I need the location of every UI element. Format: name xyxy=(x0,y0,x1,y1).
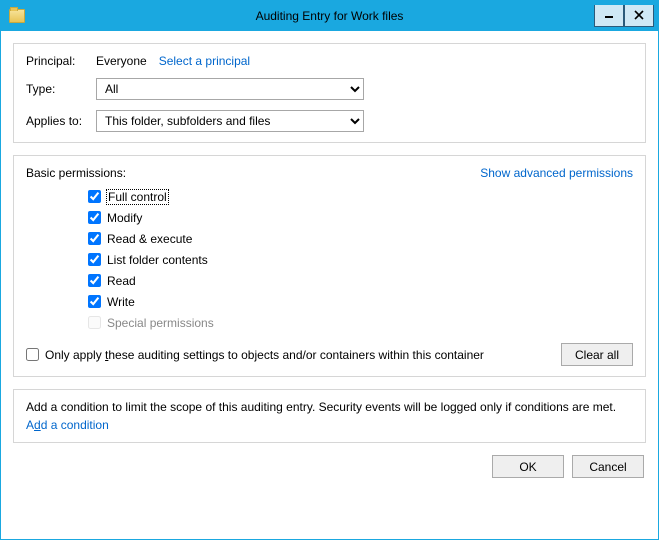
condition-panel: Add a condition to limit the scope of th… xyxy=(13,389,646,443)
perm-full-control-label: Full control xyxy=(107,190,168,204)
permissions-header: Basic permissions: Show advanced permiss… xyxy=(26,166,633,180)
select-principal-link[interactable]: Select a principal xyxy=(159,54,250,68)
only-apply-checkbox-label[interactable]: Only apply these auditing settings to ob… xyxy=(26,348,484,362)
perm-list-folder-checkbox[interactable] xyxy=(88,253,101,266)
perm-full-control-checkbox[interactable] xyxy=(88,190,101,203)
window-title: Auditing Entry for Work files xyxy=(256,9,404,23)
dialog-footer: OK Cancel xyxy=(13,455,646,478)
folder-icon xyxy=(9,9,25,23)
permissions-list: Full control Modify Read & execute List … xyxy=(26,186,633,333)
applies-row: Applies to: This folder, subfolders and … xyxy=(26,110,633,132)
principal-label: Principal: xyxy=(26,54,96,68)
perm-read-execute-checkbox[interactable] xyxy=(88,232,101,245)
type-select[interactable]: All xyxy=(96,78,364,100)
condition-text: Add a condition to limit the scope of th… xyxy=(26,400,633,414)
perm-list-folder-label: List folder contents xyxy=(107,253,208,267)
auditing-entry-window: Auditing Entry for Work files Principal:… xyxy=(0,0,659,540)
only-apply-row: Only apply these auditing settings to ob… xyxy=(26,343,633,366)
clear-all-button[interactable]: Clear all xyxy=(561,343,633,366)
only-apply-checkbox[interactable] xyxy=(26,348,39,361)
principal-value: Everyone xyxy=(96,54,147,68)
client-area: Principal: Everyone Select a principal T… xyxy=(1,31,658,539)
perm-list-folder[interactable]: List folder contents xyxy=(88,249,633,270)
minimize-button[interactable] xyxy=(594,5,624,27)
perm-write[interactable]: Write xyxy=(88,291,633,312)
perm-write-label: Write xyxy=(107,295,135,309)
type-row: Type: All xyxy=(26,78,633,100)
permissions-panel: Basic permissions: Show advanced permiss… xyxy=(13,155,646,377)
type-label: Type: xyxy=(26,82,96,96)
perm-read-execute[interactable]: Read & execute xyxy=(88,228,633,249)
only-apply-text: Only apply these auditing settings to ob… xyxy=(45,348,484,362)
perm-modify-label: Modify xyxy=(107,211,142,225)
ok-button[interactable]: OK xyxy=(492,455,564,478)
perm-read-execute-label: Read & execute xyxy=(107,232,192,246)
minimize-icon xyxy=(604,10,614,20)
perm-special: Special permissions xyxy=(88,312,633,333)
perm-read-checkbox[interactable] xyxy=(88,274,101,287)
close-button[interactable] xyxy=(624,5,654,27)
perm-read-label: Read xyxy=(107,274,136,288)
applies-label: Applies to: xyxy=(26,114,96,128)
show-advanced-permissions-link[interactable]: Show advanced permissions xyxy=(480,166,633,180)
perm-full-control[interactable]: Full control xyxy=(88,186,633,207)
window-controls xyxy=(594,6,658,27)
titlebar[interactable]: Auditing Entry for Work files xyxy=(1,1,658,31)
perm-write-checkbox[interactable] xyxy=(88,295,101,308)
cancel-button[interactable]: Cancel xyxy=(572,455,644,478)
perm-modify-checkbox[interactable] xyxy=(88,211,101,224)
add-condition-link[interactable]: Add a condition xyxy=(26,418,109,432)
perm-special-label: Special permissions xyxy=(107,316,214,330)
applies-select[interactable]: This folder, subfolders and files xyxy=(96,110,364,132)
principal-row: Principal: Everyone Select a principal xyxy=(26,54,633,68)
principal-type-panel: Principal: Everyone Select a principal T… xyxy=(13,43,646,143)
perm-read[interactable]: Read xyxy=(88,270,633,291)
perm-modify[interactable]: Modify xyxy=(88,207,633,228)
close-icon xyxy=(634,10,644,20)
basic-permissions-label: Basic permissions: xyxy=(26,166,126,180)
perm-special-checkbox xyxy=(88,316,101,329)
